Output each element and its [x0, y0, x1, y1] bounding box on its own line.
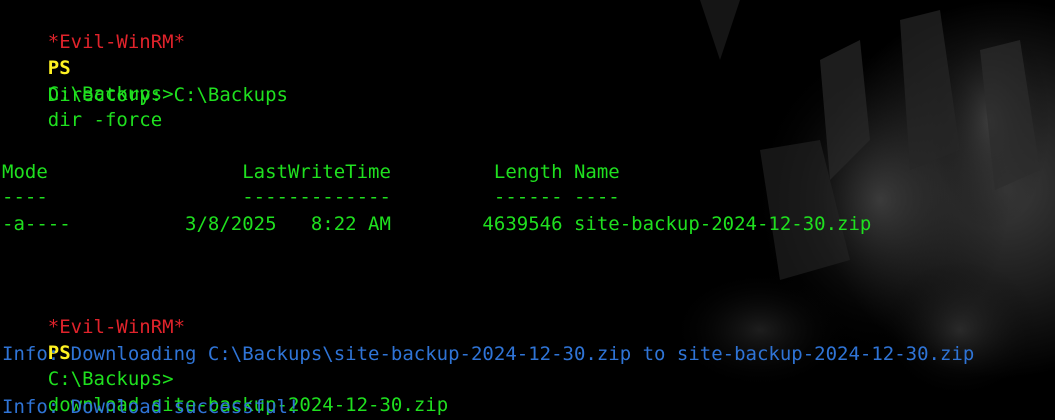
prompt-path: C:\Backups>: [47, 368, 174, 390]
command-text: dir -force: [47, 109, 163, 131]
table-separator: ---- ------------- ------ ----: [2, 186, 620, 208]
info-download-successful: Info: Download successful!: [2, 396, 300, 418]
evil-winrm-tag: *Evil-WinRM*: [47, 31, 186, 53]
prompt-line-2: *Evil-WinRM* PS C:\Backups> download sit…: [2, 288, 448, 416]
terminal-window[interactable]: *Evil-WinRM* PS C:\Backups> dir -force D…: [0, 0, 1055, 420]
evil-winrm-tag: *Evil-WinRM*: [47, 316, 186, 338]
table-header: Mode LastWriteTime Length Name: [2, 161, 620, 183]
table-row: -a---- 3/8/2025 8:22 AM 4639546 site-bac…: [2, 213, 872, 235]
directory-heading: Directory: C:\Backups: [2, 84, 288, 106]
prompt-line-1: *Evil-WinRM* PS C:\Backups> dir -force: [2, 3, 185, 131]
info-downloading: Info: Downloading C:\Backups\site-backup…: [2, 343, 975, 365]
ps-label: PS: [47, 57, 71, 79]
